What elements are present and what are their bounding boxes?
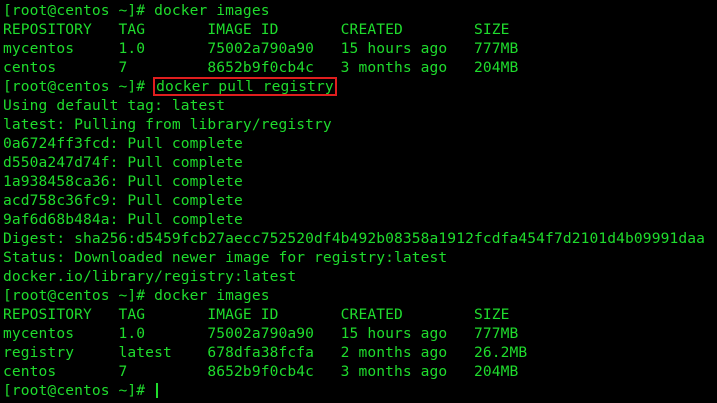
text-cursor [156, 383, 159, 398]
terminal-line: centos 7 8652b9f0cb4c 3 months ago 204MB [3, 363, 519, 380]
terminal-line: [root@centos ~]# docker images [3, 287, 270, 304]
highlighted-command: docker pull registry [153, 77, 337, 96]
terminal-line: 9af6d68b484a: Pull complete [3, 211, 243, 228]
terminal-line: REPOSITORY TAG IMAGE ID CREATED SIZE [3, 306, 510, 323]
terminal-line: mycentos 1.0 75002a790a90 15 hours ago 7… [3, 40, 519, 57]
prompt: [root@centos ~]# [3, 78, 155, 95]
terminal-line: docker.io/library/registry:latest [3, 268, 297, 285]
terminal-window[interactable]: [root@centos ~]# docker images REPOSITOR… [0, 0, 717, 403]
terminal-line: registry latest 678dfa38fcfa 2 months ag… [3, 344, 528, 361]
terminal-line: latest: Pulling from library/registry [3, 116, 332, 133]
terminal-line: REPOSITORY TAG IMAGE ID CREATED SIZE [3, 21, 510, 38]
terminal-line: 1a938458ca36: Pull complete [3, 173, 243, 190]
terminal-line: Using default tag: latest [3, 97, 226, 114]
terminal-line: mycentos 1.0 75002a790a90 15 hours ago 7… [3, 325, 519, 342]
terminal-line-highlighted: [root@centos ~]# docker pull registry [3, 77, 717, 96]
terminal-line: d550a247d74f: Pull complete [3, 154, 243, 171]
terminal-line: Digest: sha256:d5459fcb27aecc752520df4b4… [3, 230, 706, 247]
terminal-line: centos 7 8652b9f0cb4c 3 months ago 204MB [3, 59, 519, 76]
terminal-input-line[interactable]: [root@centos ~]# [3, 381, 717, 400]
terminal-line: acd758c36fc9: Pull complete [3, 192, 243, 209]
terminal-line: Status: Downloaded newer image for regis… [3, 249, 448, 266]
prompt: [root@centos ~]# [3, 382, 155, 399]
terminal-line: [root@centos ~]# docker images [3, 2, 270, 19]
terminal-line: 0a6724ff3fcd: Pull complete [3, 135, 243, 152]
